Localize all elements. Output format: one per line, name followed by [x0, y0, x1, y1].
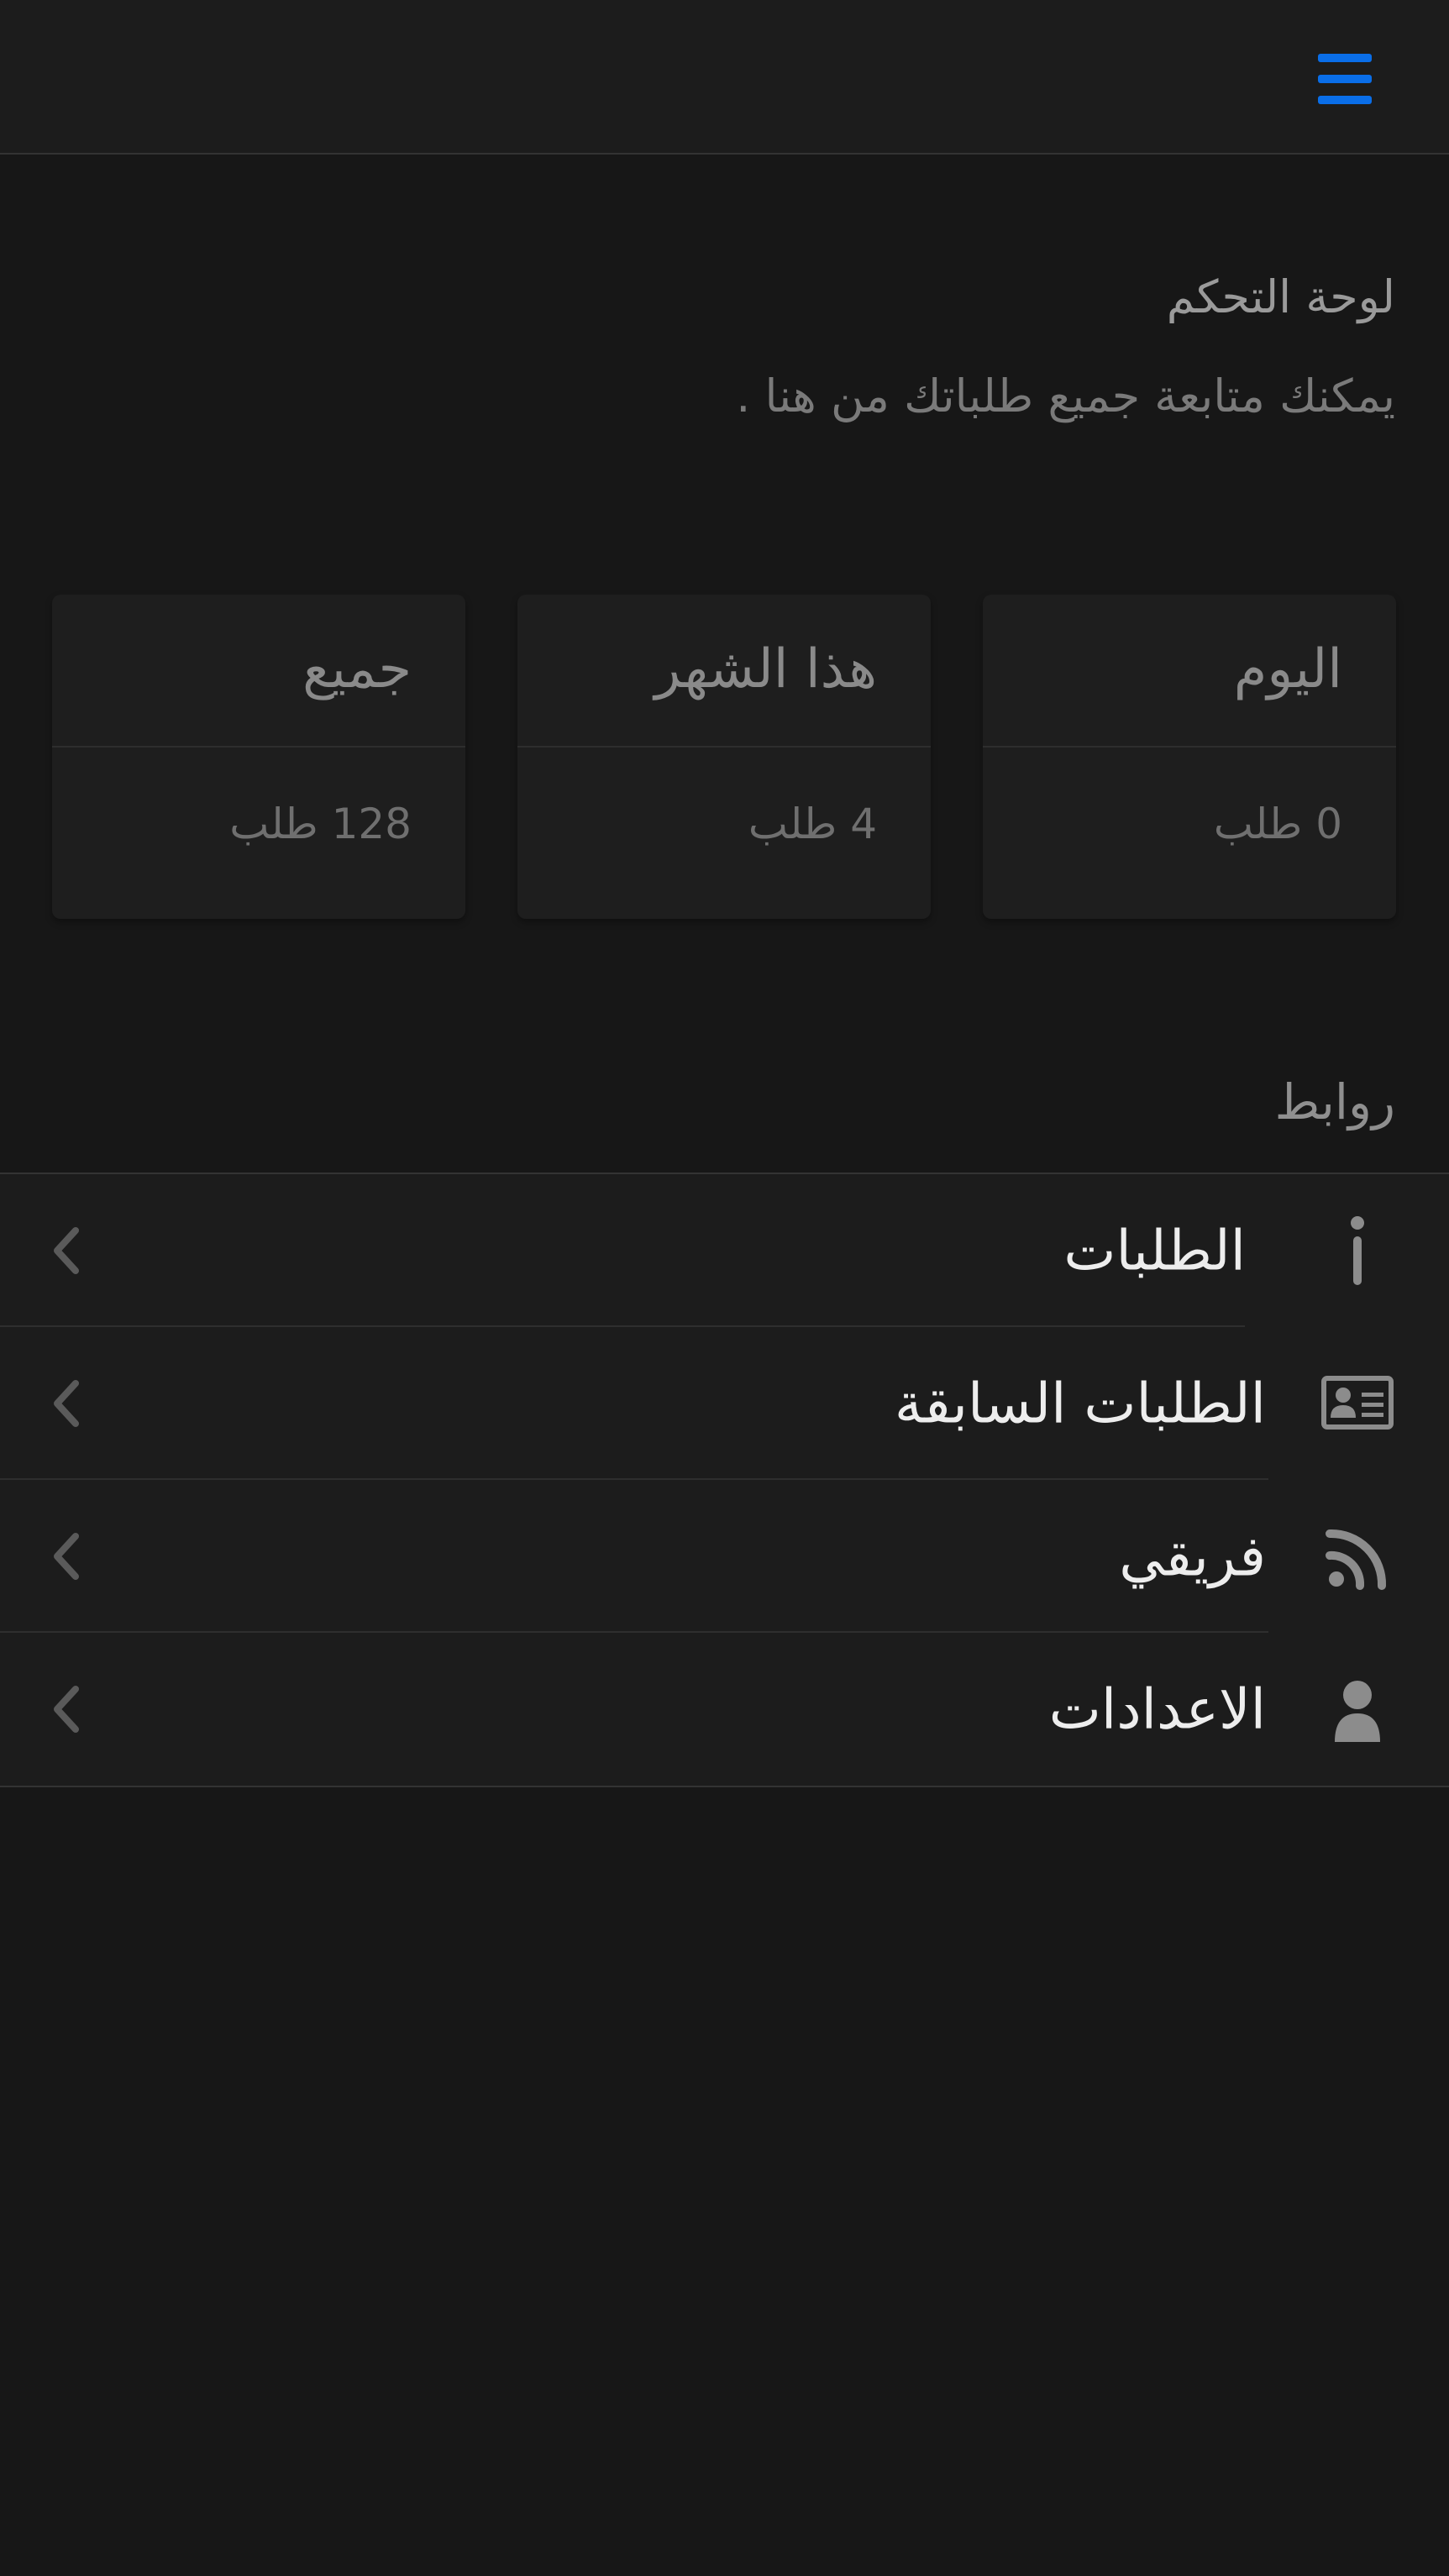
page-subtitle: يمكنك متابعة جميع طلباتك من هنا . [736, 370, 1395, 422]
chevron-left-icon [54, 1686, 79, 1733]
page-title: لوحة التحكم [1166, 270, 1395, 323]
link-item-label: الطلبات السابقة [894, 1371, 1266, 1436]
stat-card-value: 0 طلب [1213, 800, 1342, 848]
top-bar [0, 0, 1449, 155]
link-item-previous-orders[interactable]: الطلبات السابقة [0, 1327, 1449, 1480]
stat-card-value: 128 طلب [229, 800, 412, 848]
stat-card-title: هذا الشهر [517, 595, 931, 748]
stat-card-today: اليوم 0 طلب [983, 595, 1396, 919]
link-item-label: فريقي [1119, 1524, 1266, 1589]
link-item-label: الاعدادات [1048, 1676, 1266, 1742]
hamburger-menu-icon[interactable] [1318, 54, 1372, 104]
menu-bar [1318, 75, 1372, 83]
stat-card-title: جميع [52, 595, 465, 748]
links-list: الطلبات الطلبات السابقة فريقي الاعدادات [0, 1173, 1449, 1787]
link-item-orders[interactable]: الطلبات [0, 1174, 1449, 1327]
link-item-label: الطلبات [1063, 1218, 1246, 1283]
contact-card-icon [1320, 1366, 1395, 1441]
link-item-settings[interactable]: الاعدادات [0, 1633, 1449, 1786]
chevron-left-icon [54, 1227, 79, 1274]
links-section-title: روابط [1274, 1073, 1395, 1131]
chevron-left-icon [54, 1380, 79, 1427]
rss-feed-icon [1320, 1519, 1395, 1594]
stat-card-value: 4 طلب [748, 800, 877, 848]
chevron-left-icon [54, 1533, 79, 1580]
user-icon [1320, 1671, 1395, 1747]
info-icon [1320, 1213, 1395, 1288]
link-item-my-team[interactable]: فريقي [0, 1480, 1449, 1633]
stat-card-month: هذا الشهر 4 طلب [517, 595, 931, 919]
menu-bar [1318, 54, 1372, 62]
menu-bar [1318, 96, 1372, 104]
stat-card-all: جميع 128 طلب [52, 595, 465, 919]
stat-card-title: اليوم [983, 595, 1396, 748]
